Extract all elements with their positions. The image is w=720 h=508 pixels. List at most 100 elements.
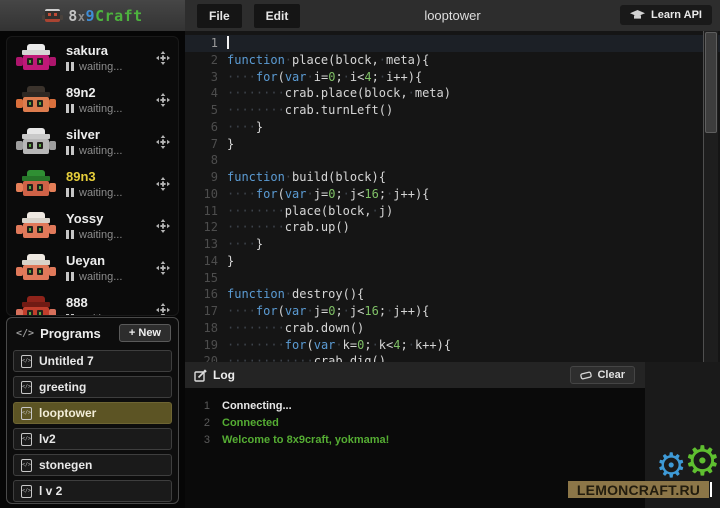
player-avatar: [16, 44, 56, 72]
player-row[interactable]: 89n2waiting...: [7, 79, 178, 121]
code-line: 19········for(var·k=0;·k<4;·k++){: [185, 337, 720, 354]
avatar-eye: [27, 100, 33, 107]
avatar-eye: [37, 268, 43, 275]
code-text: ········crab.up(): [227, 219, 350, 236]
program-label: Untitled 7: [39, 354, 94, 368]
avatar-eye: [27, 142, 33, 149]
editor-scrollbar[interactable]: [703, 31, 718, 362]
code-line: 6····}: [185, 119, 720, 136]
file-menu-button[interactable]: File: [197, 4, 242, 28]
code-line: 4········crab.place(block,·meta): [185, 85, 720, 102]
line-number: 8: [185, 152, 227, 169]
code-line: 18········crab.down(): [185, 320, 720, 337]
line-number: 11: [185, 203, 227, 220]
pause-icon: [66, 188, 74, 197]
player-info: Ueyanwaiting...: [66, 254, 152, 283]
menu-bar: File Edit looptower Learn API: [185, 0, 720, 31]
watermark-cursor: [710, 482, 712, 497]
line-number: 5: [185, 102, 227, 119]
move-player-icon[interactable]: [156, 177, 170, 191]
code-line: 10····for(var·j=0;·j<16;·j++){: [185, 186, 720, 203]
program-file-icon: </>: [21, 433, 32, 446]
player-row[interactable]: 888waiting...: [7, 289, 178, 316]
program-item[interactable]: </>lv2: [13, 428, 172, 450]
line-number: 3: [185, 69, 227, 86]
code-text: function·build(block){: [227, 169, 386, 186]
line-number: 15: [185, 270, 227, 287]
status-text: waiting...: [79, 145, 122, 157]
log-entry-number: 1: [185, 398, 222, 415]
player-row[interactable]: Ueyanwaiting...: [7, 247, 178, 289]
move-player-icon[interactable]: [156, 135, 170, 149]
pause-icon: [66, 230, 74, 239]
player-status: waiting...: [66, 271, 152, 283]
new-program-button[interactable]: + New: [119, 324, 171, 342]
player-info: sakurawaiting...: [66, 44, 152, 73]
player-row[interactable]: 89n3waiting...: [7, 163, 178, 205]
player-status: waiting...: [66, 145, 152, 157]
move-player-icon[interactable]: [156, 93, 170, 107]
program-item[interactable]: </>l v 2: [13, 480, 172, 502]
program-item[interactable]: </>stonegen: [13, 454, 172, 476]
move-player-icon[interactable]: [156, 261, 170, 275]
move-player-icon[interactable]: [156, 219, 170, 233]
player-avatar: [16, 296, 56, 316]
line-number: 7: [185, 136, 227, 153]
code-text: function·place(block,·meta){: [227, 52, 429, 69]
move-player-icon[interactable]: [156, 303, 170, 316]
player-status: waiting...: [66, 103, 152, 115]
edit-menu-button[interactable]: Edit: [254, 4, 301, 28]
player-info: Yossywaiting...: [66, 212, 152, 241]
line-number: 17: [185, 303, 227, 320]
app-root: 8x9Craft File Edit looptower Learn API s…: [0, 0, 720, 508]
avatar-eye: [37, 142, 43, 149]
avatar-eye: [37, 100, 43, 107]
learn-api-button[interactable]: Learn API: [620, 5, 712, 25]
line-number: 19: [185, 337, 227, 354]
code-line: 20············crab.dig(): [185, 353, 720, 362]
code-text: ····}: [227, 119, 263, 136]
program-file-icon: </>: [21, 381, 32, 394]
code-line: 1: [185, 35, 720, 52]
player-row[interactable]: Yossywaiting...: [7, 205, 178, 247]
code-text: }: [227, 253, 234, 270]
scrollbar-thumb[interactable]: [705, 32, 717, 133]
program-file-icon: </>: [21, 407, 32, 420]
program-item[interactable]: </>looptower: [13, 402, 172, 424]
line-number: 16: [185, 286, 227, 303]
program-item[interactable]: </> greeting: [13, 376, 172, 398]
player-row[interactable]: silverwaiting...: [7, 121, 178, 163]
document-title: looptower: [424, 8, 480, 23]
avatar-eye: [37, 226, 43, 233]
line-number: 1: [185, 35, 227, 52]
avatar-eye: [37, 58, 43, 65]
code-text: ········for(var·k=0;·k<4;·k++){: [227, 337, 451, 354]
player-row[interactable]: sakurawaiting...: [7, 37, 178, 79]
status-text: waiting...: [79, 187, 122, 199]
player-avatar: [16, 170, 56, 198]
program-list: </>Untitled 7</>greeting</>looptower</>l…: [7, 350, 178, 502]
clear-log-button[interactable]: Clear: [570, 366, 635, 384]
log-entry-number: 3: [185, 432, 222, 449]
gear-icon: ⚙: [656, 449, 686, 483]
player-status: waiting...: [66, 313, 152, 317]
code-line: 12········crab.up(): [185, 219, 720, 236]
program-item[interactable]: </>Untitled 7: [13, 350, 172, 372]
move-player-icon[interactable]: [156, 51, 170, 65]
code-text: [227, 35, 229, 52]
log-entry: 2Connected: [185, 415, 645, 432]
avatar-eye: [27, 226, 33, 233]
player-info: 888waiting...: [66, 296, 152, 317]
code-line: 11········place(block,·j): [185, 203, 720, 220]
program-label: stonegen: [39, 458, 92, 472]
player-name: Yossy: [66, 212, 152, 226]
programs-header: </> Programs + New: [7, 318, 178, 346]
status-text: waiting...: [79, 103, 122, 115]
code-editor[interactable]: 12function·place(block,·meta){3····for(v…: [185, 31, 720, 362]
pause-icon: [66, 146, 74, 155]
pause-icon: [66, 104, 74, 113]
code-line: 7}: [185, 136, 720, 153]
log-entry-number: 2: [185, 415, 222, 432]
log-entry: 3Welcome to 8x9craft, yokmama!: [185, 432, 645, 449]
program-label: greeting: [39, 380, 86, 394]
